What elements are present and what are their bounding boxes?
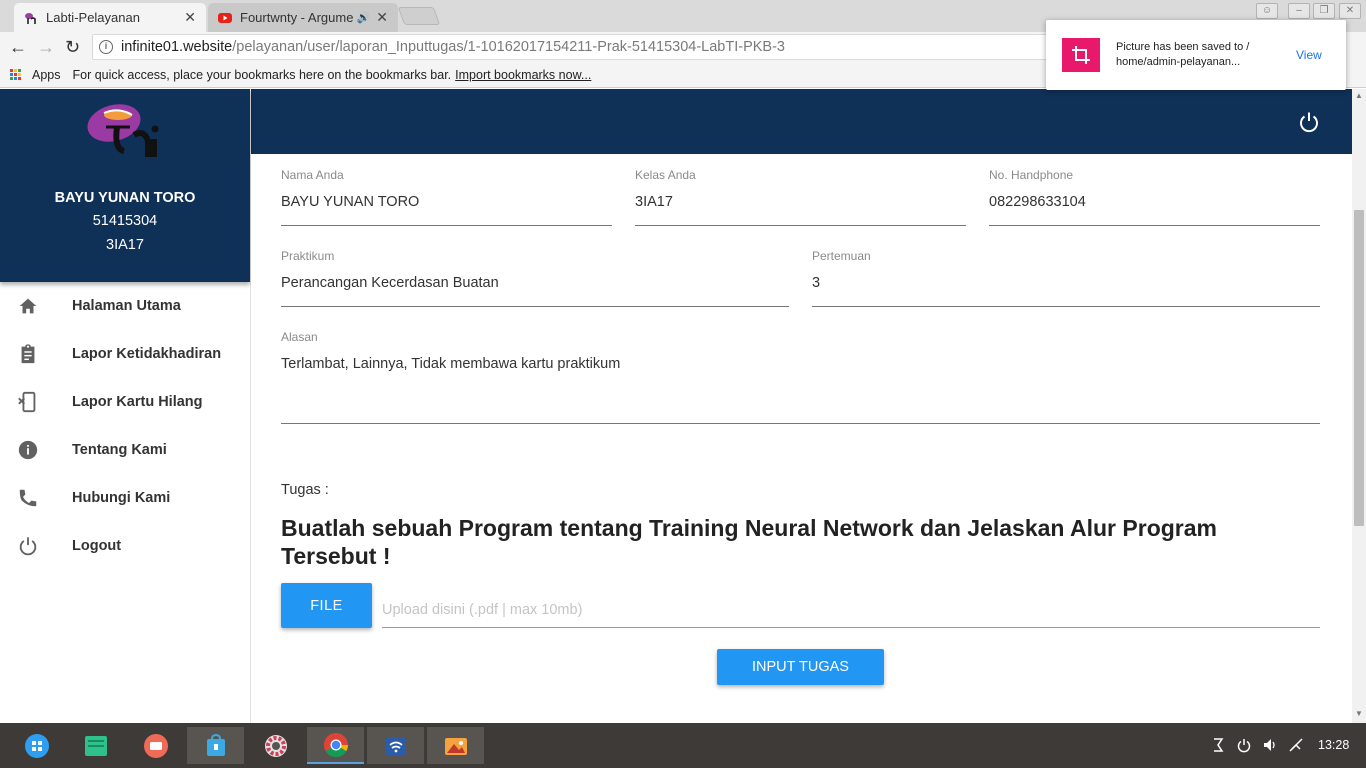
kelas-field[interactable]: Kelas Anda 3IA17	[635, 168, 966, 226]
profile-npm: 51415304	[92, 213, 158, 229]
menu-halaman-utama[interactable]: Halaman Utama	[0, 286, 250, 326]
menu-tentang-kami[interactable]: Tentang Kami	[0, 430, 250, 470]
scrollbar-thumb[interactable]	[1354, 210, 1364, 526]
handphone-field[interactable]: No. Handphone 082298633104	[989, 168, 1320, 226]
file-manager-icon	[84, 735, 107, 756]
tab-fourtwnty[interactable]: Fourtwnty - Argumen 🔊 ✕	[208, 3, 398, 32]
page-scrollbar[interactable]: ▲ ▼	[1352, 89, 1366, 723]
power-icon	[19, 537, 37, 556]
nama-field[interactable]: Nama Anda BAYU YUNAN TORO	[281, 168, 612, 226]
taskbar-app-settings[interactable]	[247, 727, 304, 764]
screenshot-app-icon	[143, 733, 168, 758]
menu-logout[interactable]: Logout	[0, 526, 250, 566]
back-arrow-icon[interactable]: ←	[9, 37, 27, 57]
download-notification: Picture has been saved to / home/admin-p…	[1046, 20, 1346, 90]
tray-power-icon[interactable]	[1236, 737, 1252, 753]
sidebar: BAYU YUNAN TORO 51415304 3IA17 Halaman U…	[0, 89, 251, 723]
file-button[interactable]: FILE	[281, 583, 372, 628]
taskbar-app-network[interactable]	[367, 727, 424, 764]
maximize-button[interactable]: ❐	[1313, 3, 1335, 19]
clipboard-icon	[21, 344, 35, 364]
apps-grid-icon[interactable]	[10, 68, 22, 81]
profile-card: BAYU YUNAN TORO 51415304 3IA17	[0, 89, 250, 282]
alasan-field[interactable]: Alasan Terlambat, Lainnya, Tidak membawa…	[281, 330, 1320, 424]
info-icon	[18, 440, 38, 460]
launcher-button[interactable]	[8, 727, 65, 764]
card-off-icon	[18, 391, 36, 413]
menu-hubungi-kami[interactable]: Hubungi Kami	[0, 478, 250, 518]
scroll-down-icon[interactable]: ▼	[1355, 709, 1363, 718]
taskbar: 13:28	[0, 723, 1366, 768]
tab-labti-pelayanan[interactable]: Labti-Pelayanan ✕	[14, 3, 206, 32]
launcher-icon	[24, 733, 49, 758]
home-icon	[19, 298, 37, 314]
main-content: Nama Anda BAYU YUNAN TORO Kelas Anda 3IA…	[251, 154, 1352, 723]
reload-icon[interactable]: ↻	[65, 37, 80, 57]
site-info-icon[interactable]: i	[99, 40, 113, 54]
wifi-app-icon	[385, 736, 406, 755]
speaker-icon[interactable]: 🔊	[357, 11, 371, 24]
import-bookmarks-link[interactable]: Import bookmarks now...	[455, 68, 591, 82]
crop-icon	[1062, 38, 1100, 72]
close-tab-icon[interactable]: ✕	[376, 9, 388, 26]
taskbar-app-store[interactable]	[187, 727, 244, 764]
praktikum-field[interactable]: Praktikum Perancangan Kecerdasan Buatan	[281, 249, 789, 307]
forward-arrow-icon[interactable]: →	[37, 37, 55, 57]
phone-icon	[19, 489, 37, 507]
store-icon	[206, 733, 225, 756]
new-tab-button[interactable]	[397, 7, 441, 25]
taskbar-app-files[interactable]	[67, 727, 124, 764]
clock[interactable]: 13:28	[1318, 738, 1349, 752]
image-viewer-icon	[444, 737, 467, 755]
profile-class: 3IA17	[106, 237, 144, 253]
pertemuan-field[interactable]: Pertemuan 3	[812, 249, 1320, 307]
volume-icon[interactable]	[1262, 737, 1278, 753]
notification-message: Picture has been saved to / home/admin-p…	[1116, 41, 1250, 68]
profile-icon[interactable]: ☺	[1256, 3, 1278, 19]
labti-logo	[87, 104, 159, 157]
bookmarks-hint: For quick access, place your bookmarks h…	[72, 67, 452, 82]
tugas-description: Buatlah sebuah Program tentang Training …	[281, 515, 1217, 569]
youtube-icon	[218, 12, 232, 23]
window-close-button[interactable]: ✕	[1339, 3, 1361, 19]
apps-link[interactable]: Apps	[32, 68, 61, 82]
upload-input[interactable]	[382, 592, 1320, 628]
input-tugas-button[interactable]: INPUT TUGAS	[717, 649, 884, 685]
scroll-up-icon[interactable]: ▲	[1355, 91, 1363, 100]
menu-lapor-kartu-hilang[interactable]: Lapor Kartu Hilang	[0, 382, 250, 422]
power-icon[interactable]	[1297, 110, 1321, 134]
menu-lapor-ketidakhadiran[interactable]: Lapor Ketidakhadiran	[0, 334, 250, 374]
labti-favicon-icon	[25, 12, 36, 24]
chrome-icon	[323, 732, 348, 757]
tugas-label: Tugas :	[281, 482, 329, 498]
address-bar[interactable]: i infinite01.website/pelayanan/user/lapo…	[92, 34, 1052, 60]
taskbar-app-screenshot[interactable]	[127, 727, 184, 764]
taskbar-app-image-viewer[interactable]	[427, 727, 484, 764]
transfer-icon[interactable]	[1210, 737, 1226, 753]
settings-gear-icon	[264, 734, 287, 757]
profile-name: BAYU YUNAN TORO	[54, 190, 196, 206]
taskbar-app-chrome[interactable]	[307, 727, 364, 764]
view-link[interactable]: View	[1296, 48, 1322, 62]
close-tab-icon[interactable]: ✕	[184, 9, 196, 26]
minimize-button[interactable]: –	[1288, 3, 1310, 19]
network-icon[interactable]	[1288, 737, 1304, 753]
